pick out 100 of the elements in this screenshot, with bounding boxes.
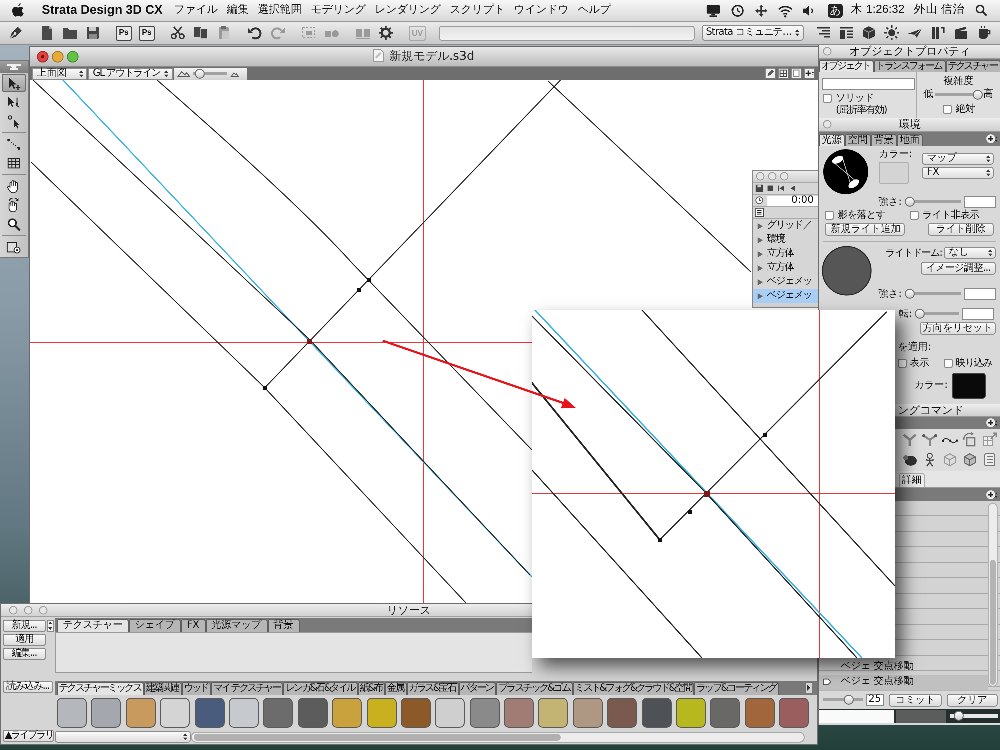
texture-swatch-icon[interactable] xyxy=(400,698,431,728)
texture-swatch-icon[interactable] xyxy=(91,698,122,728)
tree-item[interactable]: グリッド／ xyxy=(753,219,818,233)
cube-icon[interactable] xyxy=(962,452,978,468)
side-button[interactable]: 編集... xyxy=(3,648,46,660)
tree-item[interactable]: 立方体 xyxy=(753,247,818,261)
tab[interactable]: 光源 xyxy=(819,134,845,146)
undo-icon[interactable] xyxy=(247,25,263,41)
texture-swatch-icon[interactable] xyxy=(744,698,775,728)
texture-swatch-icon[interactable] xyxy=(332,698,362,728)
menu-item[interactable]: モデリング xyxy=(310,4,366,18)
add-menu-icon[interactable] xyxy=(986,490,998,500)
vertical-scrollbar[interactable] xyxy=(988,503,998,687)
menu-item[interactable]: レンダリング xyxy=(374,4,441,18)
texture-swatch-icon[interactable] xyxy=(538,698,568,728)
clear-button[interactable]: クリア xyxy=(947,694,998,706)
texture-swatch-icon[interactable] xyxy=(194,698,225,728)
skip-back-icon[interactable] xyxy=(777,184,786,193)
scroll-thumb[interactable] xyxy=(990,560,996,685)
disclosure-triangle-icon[interactable] xyxy=(757,264,764,272)
tab[interactable]: 光源マップ xyxy=(206,619,268,632)
texture-swatch-icon[interactable] xyxy=(710,698,740,728)
time-field[interactable]: 0:00 xyxy=(767,196,818,206)
color-swatch-icon[interactable] xyxy=(952,373,986,399)
tab[interactable]: テクスチャー xyxy=(57,619,129,632)
search-icon[interactable] xyxy=(975,4,988,17)
app-name-menu[interactable]: Strata Design 3D CX xyxy=(42,3,163,18)
tab[interactable]: オブジェクト xyxy=(819,60,874,72)
tab[interactable]: シェイプ xyxy=(129,619,181,632)
render-mode-dropdown[interactable]: GL アウトライン xyxy=(88,68,172,80)
step-field[interactable]: 25 xyxy=(866,694,884,706)
tab[interactable]: ミスト&フォグ&クラウド&空間 xyxy=(573,682,694,695)
load-button[interactable]: 読み込み... xyxy=(3,681,53,693)
rotation-field[interactable] xyxy=(962,308,994,320)
detail-tab[interactable]: 詳細 xyxy=(899,473,925,487)
tab[interactable]: 背景 xyxy=(268,619,300,632)
tab[interactable]: FX xyxy=(181,619,206,632)
tab[interactable]: マイ テクスチャー xyxy=(211,682,284,695)
input-mode-indicator[interactable]: あ xyxy=(828,4,844,18)
four-way-arrow-icon[interactable] xyxy=(754,4,770,18)
tab[interactable]: ガラス&宝石 xyxy=(406,682,459,695)
view-dropdown[interactable]: 上面図 xyxy=(32,68,87,80)
disclosure-triangle-icon[interactable] xyxy=(757,236,764,244)
commit-button[interactable]: コミット xyxy=(889,694,942,706)
strength-field[interactable] xyxy=(964,196,996,208)
checkbox[interactable] xyxy=(825,211,834,220)
tab[interactable]: パターン xyxy=(458,682,496,695)
tab[interactable]: テクスチャー xyxy=(946,60,1000,72)
cube-icon[interactable] xyxy=(861,25,877,41)
menu-item[interactable]: 選択範囲 xyxy=(258,4,302,18)
zoom-slider[interactable] xyxy=(192,68,226,78)
texture-swatch-icon[interactable] xyxy=(504,698,534,728)
add-menu-icon[interactable] xyxy=(804,68,815,79)
slider-thumb[interactable] xyxy=(972,90,982,100)
gear-icon[interactable] xyxy=(378,25,394,41)
tab[interactable]: プラスチック&ゴム xyxy=(496,682,574,695)
ps-button[interactable]: Ps xyxy=(116,26,132,40)
strength-field[interactable] xyxy=(964,288,996,300)
toolbar-field[interactable] xyxy=(439,26,696,40)
checkbox[interactable] xyxy=(910,211,918,220)
apple-icon[interactable] xyxy=(12,3,25,18)
texture-swatch-icon[interactable] xyxy=(228,698,259,728)
disclosure-triangle-icon[interactable] xyxy=(757,222,764,230)
texture-swatch-icon[interactable] xyxy=(470,698,500,728)
add-menu-icon[interactable] xyxy=(986,418,998,428)
checkbox[interactable] xyxy=(823,94,832,103)
pen-nib-icon[interactable] xyxy=(8,25,24,41)
slider-thumb[interactable] xyxy=(905,289,915,299)
tab[interactable]: 背景 xyxy=(871,134,897,146)
tab[interactable]: トランスフォーム xyxy=(874,60,946,72)
dome-preview-sphere[interactable] xyxy=(822,246,872,296)
menu-item[interactable]: スクリプト xyxy=(450,4,505,18)
panel-lines-icon[interactable] xyxy=(838,25,854,41)
image-adjust-button[interactable]: イメージ調整... xyxy=(920,262,996,275)
texture-swatch-icon[interactable] xyxy=(366,698,397,728)
menu-item[interactable]: 編集 xyxy=(226,4,249,18)
tab[interactable]: ラップ&コーティング xyxy=(694,682,780,695)
disclosure-triangle-icon[interactable] xyxy=(757,292,764,300)
tree-item[interactable]: ベジェメッ xyxy=(753,275,818,289)
tab[interactable]: 建築関連 xyxy=(144,682,182,695)
wifi-icon[interactable] xyxy=(778,4,794,18)
tree-item[interactable]: ベジェメッ xyxy=(753,289,818,303)
list-icon[interactable] xyxy=(755,208,764,217)
tool-button[interactable] xyxy=(2,74,26,92)
side-button[interactable]: 適用 xyxy=(3,634,46,646)
menu-item[interactable]: ウインドウ xyxy=(514,4,569,18)
tab[interactable]: 空間 xyxy=(845,134,871,146)
fx-dropdown[interactable]: FX xyxy=(922,167,994,179)
add-light-button[interactable]: 新規ライト追加 xyxy=(825,223,905,236)
library-toggle-button[interactable]: ▲ライブラリ xyxy=(3,730,54,742)
texture-swatch-icon[interactable] xyxy=(676,698,706,728)
texture-swatch-icon[interactable] xyxy=(572,698,603,728)
tab[interactable]: ウッド xyxy=(182,682,212,695)
y-shape-icon[interactable] xyxy=(902,432,918,448)
ps-button[interactable]: Ps xyxy=(139,26,155,40)
tab[interactable]: テクスチャーミックス xyxy=(57,682,144,695)
color-swatch-icon[interactable] xyxy=(879,162,909,184)
tab[interactable]: レンガ&石&タイル xyxy=(283,682,358,695)
library-dropdown[interactable] xyxy=(55,731,191,743)
y-nodes-icon[interactable] xyxy=(922,432,938,448)
